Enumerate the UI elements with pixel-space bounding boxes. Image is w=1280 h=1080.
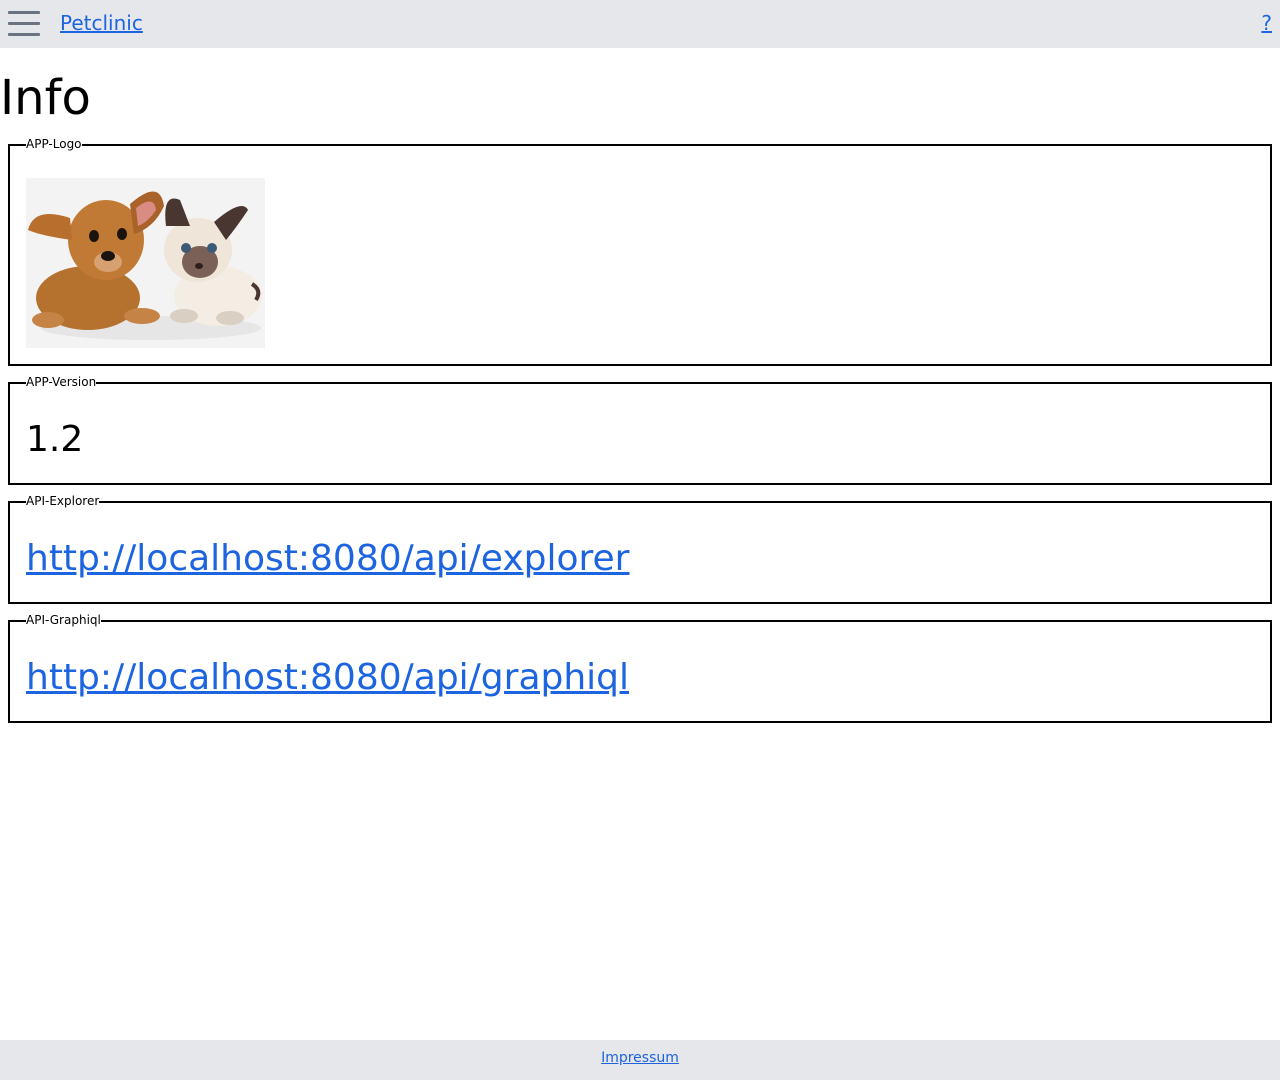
brand-link[interactable]: Petclinic xyxy=(60,11,143,35)
api-graphiql-legend: API-Graphiql xyxy=(26,613,101,627)
api-explorer-link[interactable]: http://localhost:8080/api/explorer xyxy=(26,537,629,581)
api-graphiql-link[interactable]: http://localhost:8080/api/graphiql xyxy=(26,656,629,700)
app-version-value: 1.2 xyxy=(26,419,84,460)
app-version-legend: APP-Version xyxy=(26,375,97,389)
app-logo-legend: APP-Logo xyxy=(26,137,82,151)
app-version-section: APP-Version 1.2 xyxy=(8,375,1272,485)
api-graphiql-section: API-Graphiql http://localhost:8080/api/g… xyxy=(8,613,1272,723)
hamburger-menu-icon[interactable] xyxy=(8,11,40,37)
app-logo-section: APP-Logo xyxy=(8,137,1272,366)
footer: Impressum xyxy=(0,1040,1280,1080)
help-link[interactable]: ? xyxy=(1261,11,1272,35)
top-bar: Petclinic ? xyxy=(0,0,1280,48)
impressum-link[interactable]: Impressum xyxy=(601,1050,679,1066)
api-explorer-section: API-Explorer http://localhost:8080/api/e… xyxy=(8,494,1272,604)
page-title: Info xyxy=(0,70,91,126)
api-explorer-legend: API-Explorer xyxy=(26,494,100,508)
app-logo-image xyxy=(26,178,265,348)
